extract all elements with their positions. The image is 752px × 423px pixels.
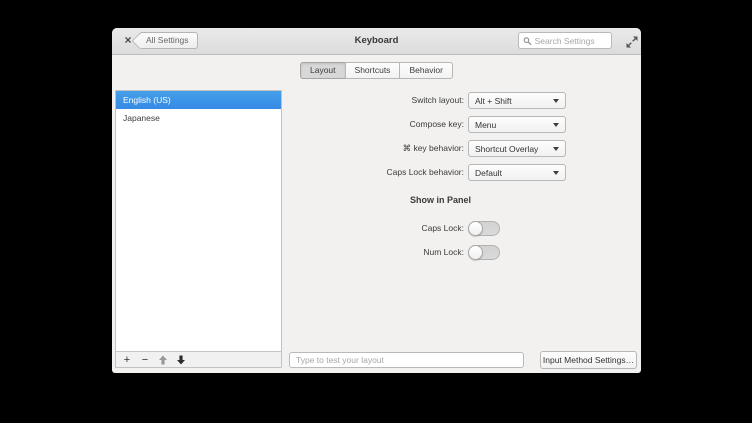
caps-lock-behavior-label: Caps Lock behavior:	[386, 167, 465, 177]
switch-layout-value: Alt + Shift	[475, 95, 512, 106]
caps-lock-toggle-label: Caps Lock:	[421, 223, 464, 233]
arrow-down-icon	[177, 355, 185, 364]
toggle-knob	[468, 221, 483, 236]
layout-list: English (US) Japanese	[116, 91, 281, 351]
layout-list-toolbar: + −	[116, 351, 281, 367]
input-method-settings-button[interactable]: Input Method Settings…	[540, 351, 637, 369]
cmd-key-behavior-value: Shortcut Overlay	[475, 143, 539, 154]
cmd-key-behavior-label: ⌘ key behavior:	[402, 143, 464, 153]
compose-key-label: Compose key:	[409, 119, 464, 129]
compose-key-value: Menu	[475, 119, 497, 130]
switch-layout-dropdown[interactable]: Alt + Shift	[468, 92, 566, 109]
dropdown-caret-icon	[553, 146, 559, 151]
dropdown-caret-icon	[553, 170, 559, 175]
keyboard-settings-window: × All Settings Keyboard Layout Shortcuts…	[112, 28, 641, 373]
headerbar: × All Settings Keyboard	[112, 28, 641, 55]
layout-list-item-english-us[interactable]: English (US)	[116, 91, 281, 109]
cmd-key-behavior-dropdown[interactable]: Shortcut Overlay	[468, 140, 566, 157]
add-layout-button[interactable]: +	[120, 353, 134, 367]
search-field[interactable]	[518, 32, 612, 49]
tab-behavior[interactable]: Behavior	[399, 62, 453, 79]
dropdown-caret-icon	[553, 122, 559, 127]
move-layout-up-button[interactable]	[156, 353, 170, 367]
layout-list-item-japanese[interactable]: Japanese	[116, 109, 281, 127]
minus-icon: −	[141, 353, 149, 366]
arrow-up-icon	[159, 355, 167, 364]
caps-lock-behavior-dropdown[interactable]: Default	[468, 164, 566, 181]
view-tabbar: Layout Shortcuts Behavior	[112, 62, 641, 79]
num-lock-toggle[interactable]	[468, 245, 500, 260]
layout-test-input[interactable]	[289, 352, 524, 368]
tab-shortcuts[interactable]: Shortcuts	[344, 62, 401, 79]
switch-layout-label: Switch layout:	[411, 95, 464, 105]
layout-list-panel: English (US) Japanese + −	[115, 90, 282, 368]
num-lock-toggle-label: Num Lock:	[423, 247, 464, 257]
search-icon	[523, 36, 532, 45]
desktop-background: { "window": { "title": "Keyboard", "back…	[0, 0, 752, 423]
all-settings-back-button[interactable]: All Settings	[131, 32, 198, 50]
show-in-panel-heading: Show in Panel	[410, 195, 472, 205]
maximize-icon[interactable]	[626, 35, 638, 48]
compose-key-dropdown[interactable]: Menu	[468, 116, 566, 133]
dropdown-caret-icon	[553, 98, 559, 103]
caps-lock-behavior-value: Default	[475, 167, 502, 178]
toggle-knob	[468, 245, 483, 260]
tab-layout[interactable]: Layout	[300, 62, 346, 79]
search-input[interactable]	[534, 35, 607, 46]
back-button-label: All Settings	[146, 35, 189, 45]
caps-lock-toggle[interactable]	[468, 221, 500, 236]
remove-layout-button[interactable]: −	[138, 353, 152, 367]
plus-icon: +	[123, 353, 131, 366]
move-layout-down-button[interactable]	[174, 353, 188, 367]
